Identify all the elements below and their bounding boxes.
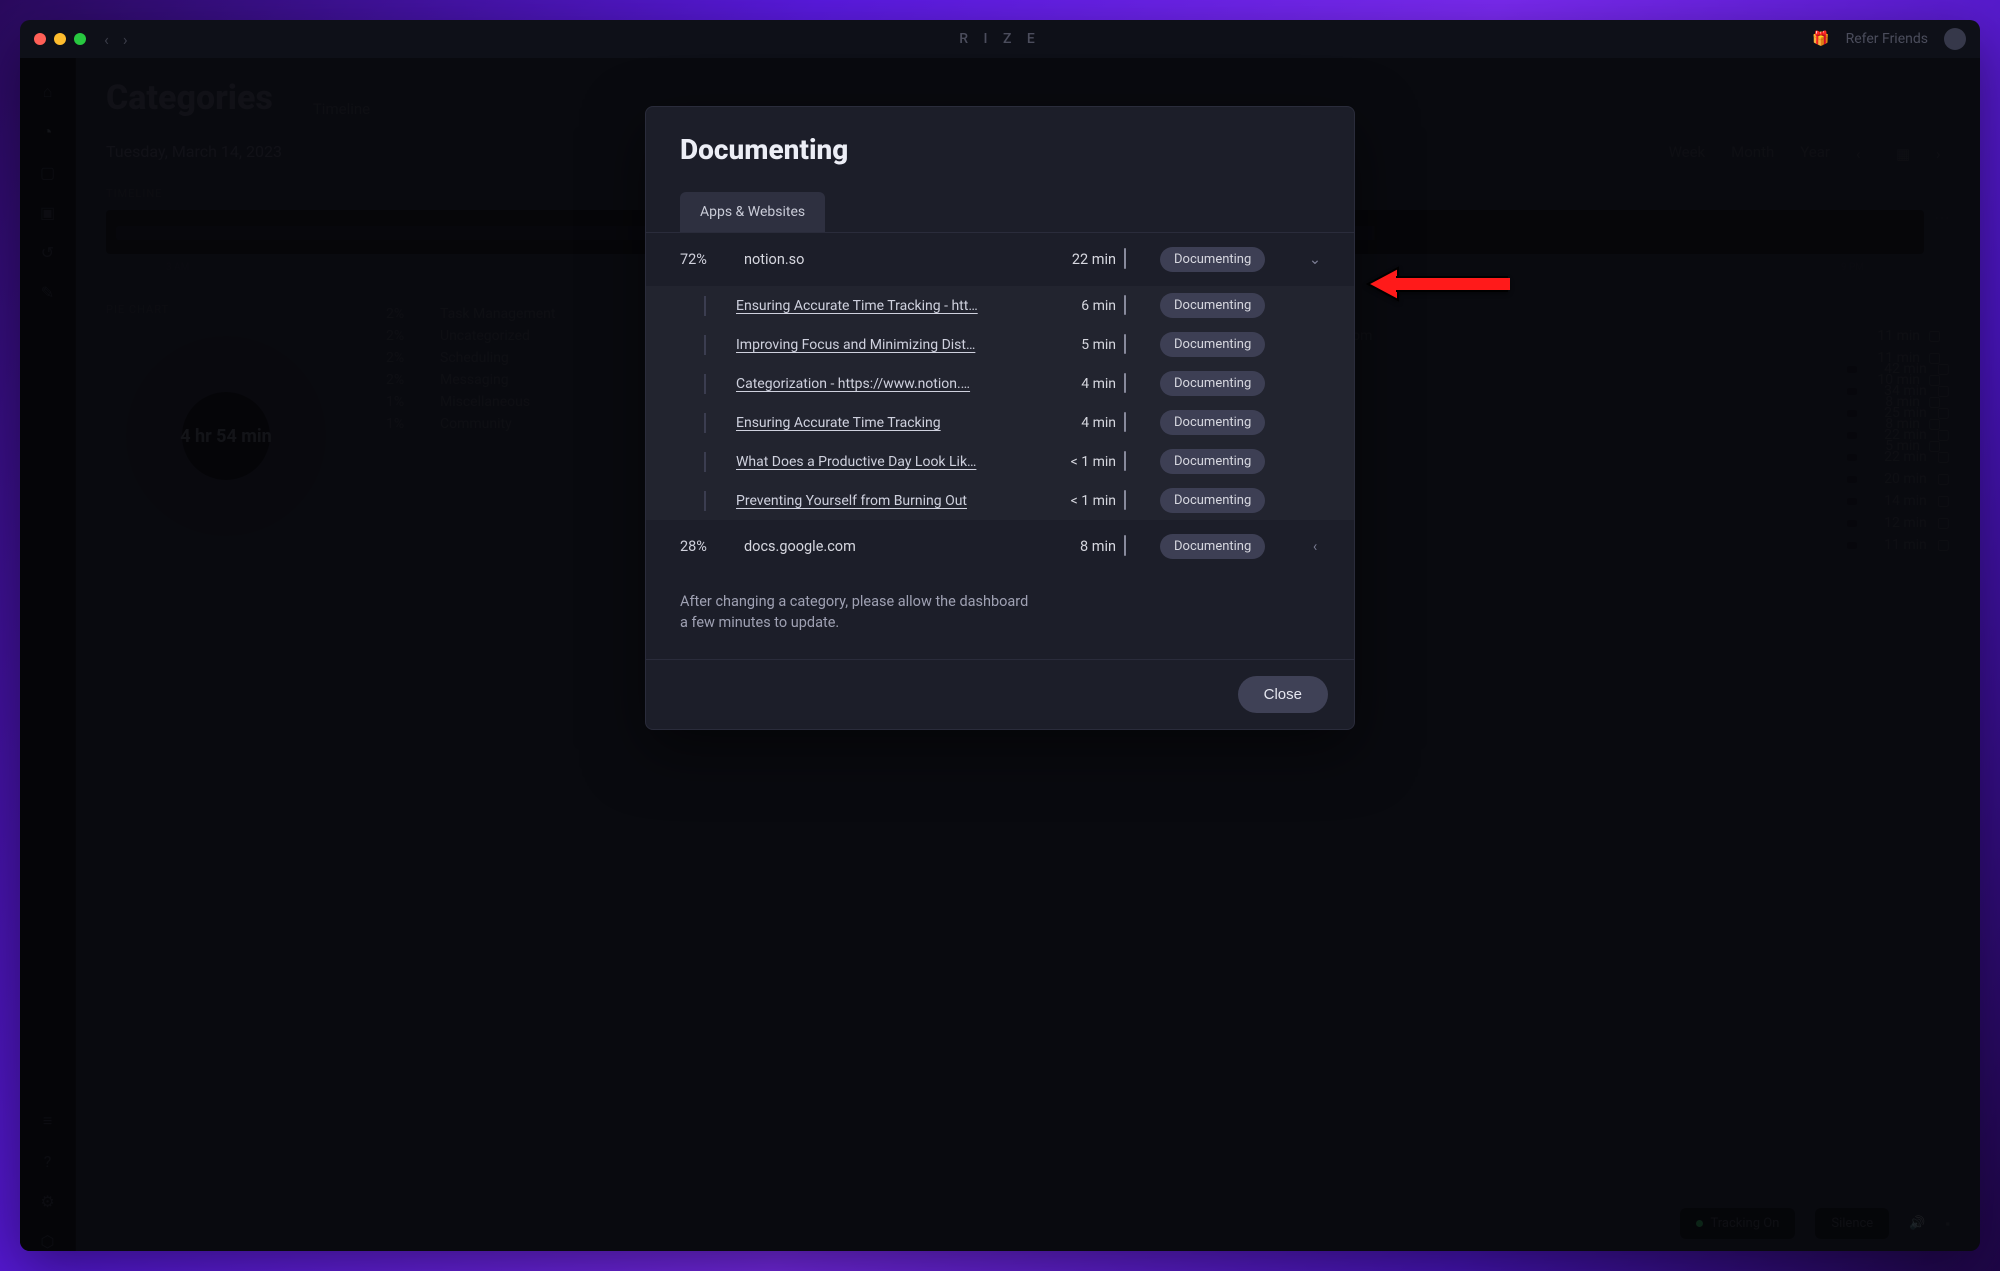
refer-friends-link[interactable]: Refer Friends [1846, 31, 1928, 47]
window-icon [1124, 337, 1152, 353]
tab-apps-websites[interactable]: Apps & Websites [680, 192, 825, 232]
page-duration: 6 min [1038, 298, 1116, 314]
history-nav: ‹ › [104, 30, 128, 49]
category-pill[interactable]: Documenting [1160, 449, 1290, 474]
minimize-window-icon[interactable] [54, 33, 66, 45]
category-pill[interactable]: Documenting [1160, 488, 1290, 513]
page-duration: < 1 min [1038, 493, 1116, 509]
page-title-link[interactable]: Categorization - https://www.notion.… [736, 376, 996, 392]
page-duration: < 1 min [1038, 454, 1116, 470]
chevron-left-icon[interactable]: ‹ [1298, 538, 1332, 555]
traffic-lights [34, 33, 86, 45]
category-pill[interactable]: Documenting [1160, 293, 1290, 318]
row-tick [704, 335, 706, 355]
row-name: docs.google.com [744, 538, 1030, 555]
close-window-icon[interactable] [34, 33, 46, 45]
modal-page-row[interactable]: Ensuring Accurate Time Tracking - htt… 6… [646, 286, 1354, 325]
row-duration: 8 min [1038, 538, 1116, 555]
page-title-link[interactable]: Preventing Yourself from Burning Out [736, 493, 996, 509]
row-tick [704, 413, 706, 433]
row-percent: 28% [680, 538, 736, 555]
window-icon [1124, 493, 1152, 509]
page-duration: 5 min [1038, 337, 1116, 353]
window-icon [1124, 538, 1152, 555]
window-icon [1124, 298, 1152, 314]
modal-page-row[interactable]: What Does a Productive Day Look Lik… < 1… [646, 442, 1354, 481]
app-window: ‹ › R I Z E 🎁 Refer Friends ⌂ ◔ ▢ ▣ ↺ ✎ … [20, 20, 1980, 1251]
modal-subrows: Ensuring Accurate Time Tracking - htt… 6… [646, 286, 1354, 520]
avatar[interactable] [1944, 28, 1966, 50]
page-title-link[interactable]: What Does a Productive Day Look Lik… [736, 454, 996, 470]
fullscreen-window-icon[interactable] [74, 33, 86, 45]
modal-page-row[interactable]: Improving Focus and Minimizing Dist… 5 m… [646, 325, 1354, 364]
gift-icon: 🎁 [1812, 31, 1829, 47]
modal-page-row[interactable]: Ensuring Accurate Time Tracking 4 min Do… [646, 403, 1354, 442]
page-title-link[interactable]: Ensuring Accurate Time Tracking [736, 415, 996, 431]
window-icon [1124, 415, 1152, 431]
modal-title: Documenting [680, 133, 1320, 166]
close-button[interactable]: Close [1238, 676, 1328, 713]
forward-icon[interactable]: › [123, 30, 128, 49]
category-pill[interactable]: Documenting [1160, 410, 1290, 435]
window-icon [1124, 376, 1152, 392]
row-tick [704, 452, 706, 472]
window-icon [1124, 251, 1152, 268]
titlebar: ‹ › R I Z E 🎁 Refer Friends [20, 20, 1980, 58]
chevron-down-icon[interactable]: ⌄ [1298, 251, 1332, 268]
row-tick [704, 491, 706, 511]
row-duration: 22 min [1038, 251, 1116, 268]
app-name: R I Z E [959, 31, 1041, 47]
page-title-link[interactable]: Ensuring Accurate Time Tracking - htt… [736, 298, 996, 314]
category-pill[interactable]: Documenting [1160, 534, 1290, 559]
page-title-link[interactable]: Improving Focus and Minimizing Dist… [736, 337, 996, 353]
row-tick [704, 374, 706, 394]
window-icon [1124, 454, 1152, 470]
page-duration: 4 min [1038, 376, 1116, 392]
back-icon[interactable]: ‹ [104, 30, 109, 49]
modal-app-row[interactable]: 72% notion.so 22 min Documenting ⌄ [646, 233, 1354, 286]
category-pill[interactable]: Documenting [1160, 332, 1290, 357]
row-tick [704, 296, 706, 316]
documenting-modal: Documenting Apps & Websites 72% notion.s… [645, 106, 1355, 730]
category-pill[interactable]: Documenting [1160, 371, 1290, 396]
modal-page-row[interactable]: Preventing Yourself from Burning Out < 1… [646, 481, 1354, 520]
modal-app-row[interactable]: 28% docs.google.com 8 min Documenting ‹ [646, 520, 1354, 573]
row-percent: 72% [680, 251, 736, 268]
row-name: notion.so [744, 251, 1030, 268]
modal-note: After changing a category, please allow … [646, 573, 1066, 659]
category-pill[interactable]: Documenting [1160, 247, 1290, 272]
modal-page-row[interactable]: Categorization - https://www.notion.… 4 … [646, 364, 1354, 403]
page-duration: 4 min [1038, 415, 1116, 431]
